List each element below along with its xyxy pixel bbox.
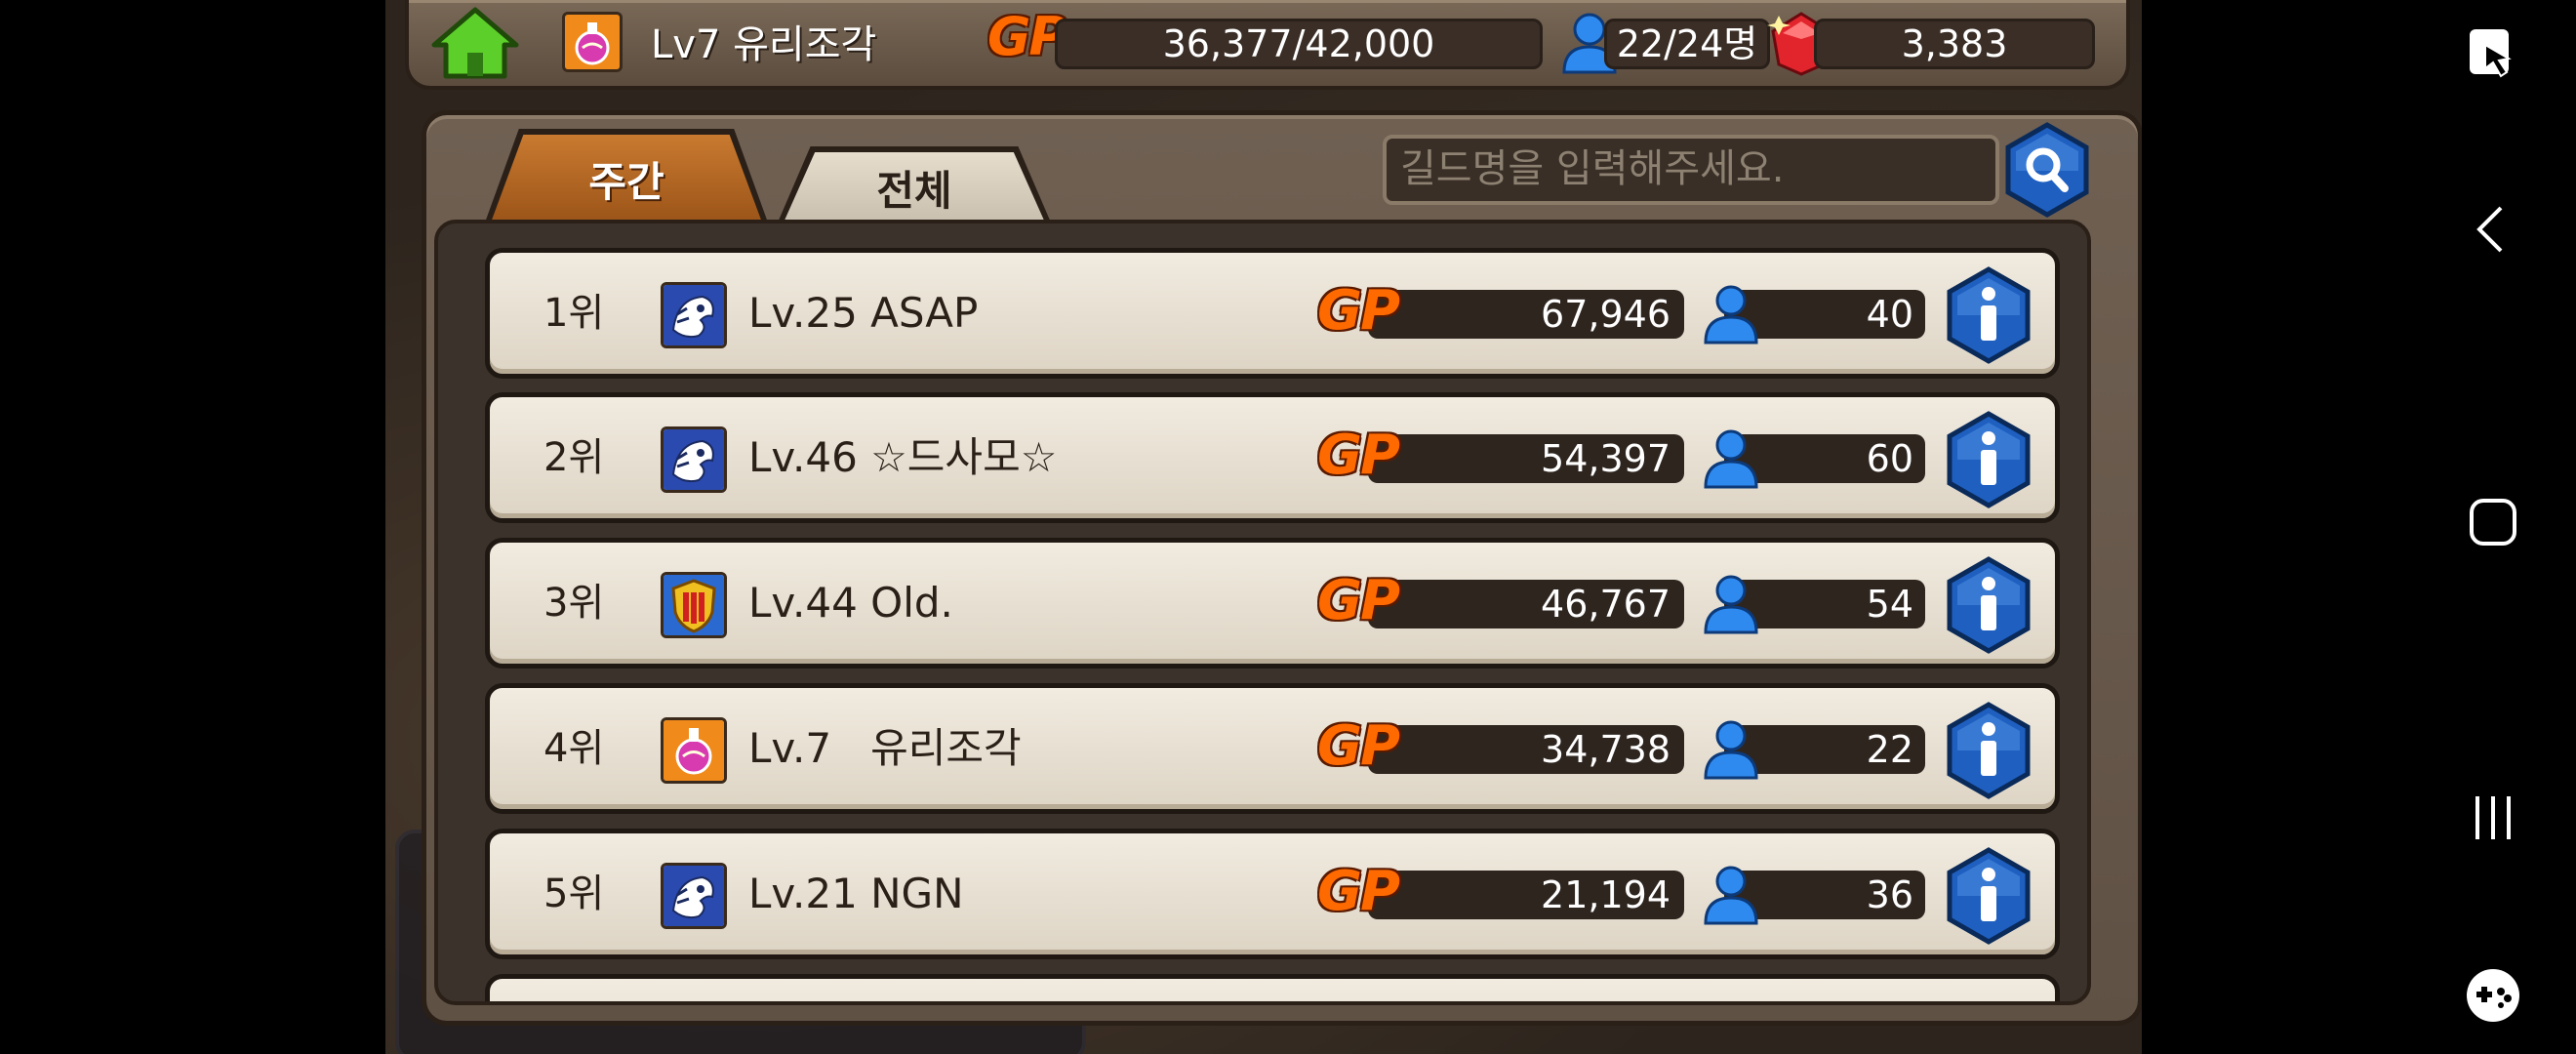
- rank-label: 1위: [543, 291, 605, 336]
- search-icon[interactable]: [2004, 122, 2090, 218]
- gp-badge-icon: GP: [1317, 714, 1400, 778]
- top-status-bar: Lv7 유리조각 GP 36,377/42,000 22/24명 3,383: [405, 0, 2130, 90]
- guild-row[interactable]: 1위 Lv.25 ASAP 67,946 GP 40: [485, 248, 2060, 379]
- home-icon[interactable]: [430, 6, 520, 80]
- gp-badge-icon: GP: [1317, 860, 1400, 923]
- info-icon[interactable]: [1946, 702, 2032, 799]
- guild-name: Lv.21 NGN: [748, 870, 964, 917]
- rank-label: 5위: [543, 872, 605, 916]
- members-count: 22/24명: [1604, 19, 1770, 69]
- members-icon: [1704, 575, 1758, 634]
- potion-emblem-icon: [661, 717, 727, 784]
- gp-value: 34,738: [1368, 725, 1684, 774]
- guild-title: Lv7 유리조각: [651, 22, 877, 67]
- gp-badge-icon: GP: [1317, 424, 1400, 487]
- screen-touch-lock-icon[interactable]: [2464, 25, 2522, 86]
- shield-emblem-icon: [661, 572, 727, 638]
- guild-name: Lv.44 Old.: [748, 579, 953, 627]
- gp-badge-icon: GP: [987, 6, 1067, 67]
- gem-count: 3,383: [1814, 19, 2095, 69]
- guild-row[interactable]: 2위 Lv.46 ☆드사모☆ 54,397 GP 60: [485, 392, 2060, 523]
- tab-weekly-label: 주간: [588, 157, 664, 206]
- gp-value: 67,946: [1368, 290, 1684, 339]
- gp-value: 54,397: [1368, 434, 1684, 483]
- search-placeholder: 길드명을 입력해주세요.: [1400, 146, 1785, 191]
- rank-label: 4위: [543, 726, 605, 771]
- members-icon: [1704, 720, 1758, 780]
- dragon-emblem-icon: [661, 282, 727, 348]
- potion-emblem-icon: [562, 12, 623, 72]
- info-icon[interactable]: [1946, 266, 2032, 364]
- guild-name: Lv.7 유리조각: [748, 724, 1022, 772]
- tab-all-label: 전체: [876, 166, 952, 215]
- guild-name: Lv.46 ☆드사모☆: [748, 433, 1058, 481]
- guild-name: Lv.25 ASAP: [748, 289, 979, 337]
- recent-apps-icon[interactable]: [2464, 789, 2522, 847]
- guild-row[interactable]: 4위 Lv.7 유리조각 34,738 GP 22: [485, 683, 2060, 814]
- rank-label: 3위: [543, 581, 605, 626]
- guild-row[interactable]: 5위 Lv.21 NGN 21,194 GP 36: [485, 829, 2060, 959]
- home-nav-icon[interactable]: [2464, 493, 2522, 551]
- members-icon: [1704, 285, 1758, 345]
- guild-row[interactable]: 3위 Lv.44 Old. 46,767 GP 54: [485, 538, 2060, 669]
- screen: Lv7 유리조각 GP 36,377/42,000 22/24명 3,383 주…: [0, 0, 2576, 1054]
- tab-weekly[interactable]: 주간: [485, 129, 768, 223]
- gp-badge-icon: GP: [1317, 279, 1400, 343]
- gp-value: 21,194: [1368, 871, 1684, 919]
- guild-search-input[interactable]: 길드명을 입력해주세요.: [1383, 135, 1999, 205]
- back-icon[interactable]: [2464, 200, 2522, 259]
- tab-all[interactable]: 전체: [778, 146, 1051, 223]
- info-icon[interactable]: [1946, 411, 2032, 508]
- dragon-emblem-icon: [661, 863, 727, 929]
- members-icon: [1704, 866, 1758, 925]
- gp-progress: 36,377/42,000: [1055, 19, 1543, 69]
- gp-badge-icon: GP: [1317, 569, 1400, 632]
- guild-row-partial[interactable]: [485, 974, 2060, 1001]
- members-icon: [1704, 429, 1758, 489]
- guild-ranking-list[interactable]: 1위 Lv.25 ASAP 67,946 GP 40 2위 Lv.46 ☆드사모…: [434, 220, 2091, 1005]
- gp-value: 46,767: [1368, 580, 1684, 628]
- rank-label: 2위: [543, 435, 605, 480]
- dragon-emblem-icon: [661, 426, 727, 493]
- info-icon[interactable]: [1946, 556, 2032, 654]
- info-icon[interactable]: [1946, 847, 2032, 945]
- game-tools-icon[interactable]: [2464, 966, 2522, 1025]
